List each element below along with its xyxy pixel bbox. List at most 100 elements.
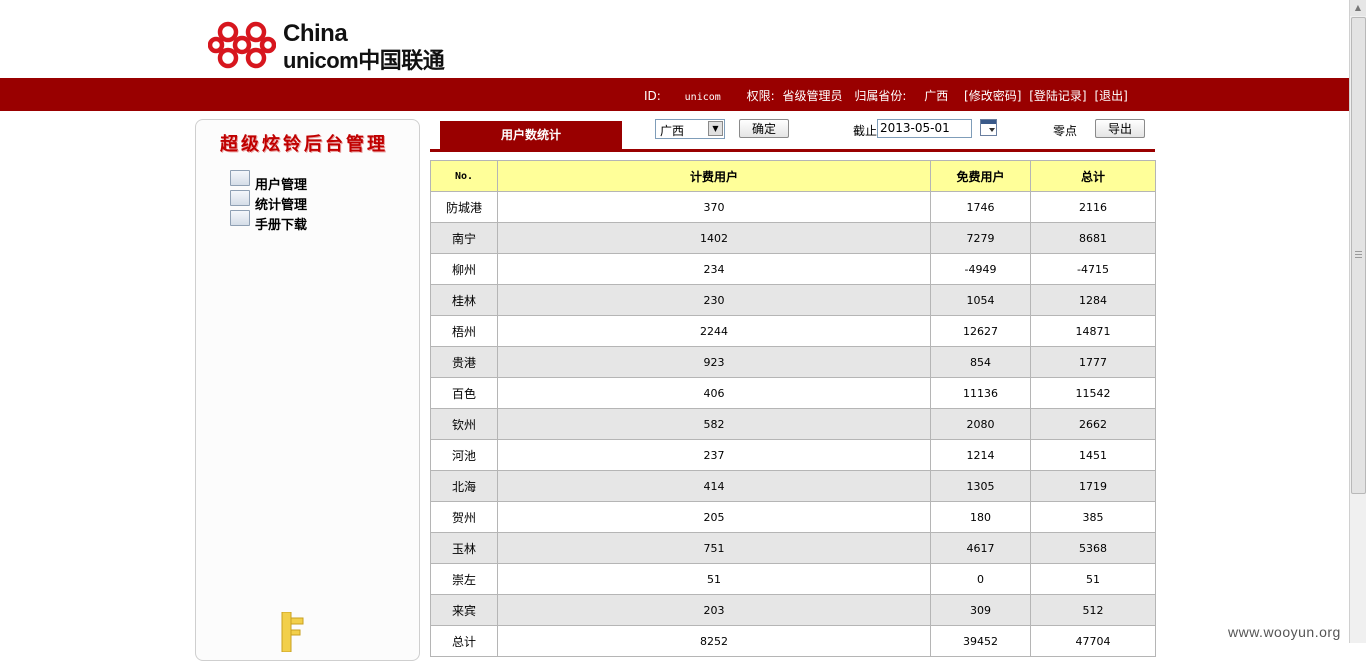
- sidebar-item-label: 手册下载: [255, 218, 308, 233]
- cell-total: -4715: [1030, 253, 1156, 285]
- cell-paid-users: 234: [497, 253, 931, 285]
- sidebar-item-manual-download[interactable]: 手册下载: [230, 210, 350, 233]
- cell-free-users: 39452: [930, 625, 1031, 657]
- watermark: www.wooyun.org: [1228, 624, 1341, 640]
- cell-paid-users: 414: [497, 470, 931, 502]
- cell-total: 1777: [1030, 346, 1156, 378]
- table-row: 北海 414 1305 1719: [430, 470, 1156, 502]
- tab-user-count-statistics[interactable]: 用户数统计: [440, 121, 622, 151]
- table-row: 防城港 370 1746 2116: [430, 191, 1156, 223]
- cell-free-users: 1305: [930, 470, 1031, 502]
- cell-paid-users: 923: [497, 346, 931, 378]
- cell-total: 1451: [1030, 439, 1156, 471]
- cell-region: 贵港: [430, 346, 498, 378]
- cell-paid-users: 370: [497, 191, 931, 223]
- vertical-scrollbar[interactable]: ▲: [1349, 0, 1366, 643]
- table-row: 百色 406 11136 11542: [430, 377, 1156, 409]
- column-header-no: No.: [430, 160, 498, 192]
- cell-paid-users: 237: [497, 439, 931, 471]
- province-select[interactable]: 广西 ▼: [655, 119, 725, 139]
- cell-region: 桂林: [430, 284, 498, 316]
- cell-total: 8681: [1030, 222, 1156, 254]
- table-row: 南宁 1402 7279 8681: [430, 222, 1156, 254]
- cell-total: 5368: [1030, 532, 1156, 564]
- cell-region: 南宁: [430, 222, 498, 254]
- cell-region: 北海: [430, 470, 498, 502]
- cell-paid-users: 406: [497, 377, 931, 409]
- calendar-icon[interactable]: [980, 119, 997, 136]
- cell-free-users: 1746: [930, 191, 1031, 223]
- role-value: 省级管理员: [782, 89, 843, 103]
- cell-total: 11542: [1030, 377, 1156, 409]
- table-row: 总计 8252 39452 47704: [430, 625, 1156, 657]
- role-label: 权限:: [746, 89, 775, 103]
- cell-total: 51: [1030, 563, 1156, 595]
- cell-total: 14871: [1030, 315, 1156, 347]
- cell-region: 玉林: [430, 532, 498, 564]
- cell-free-users: 0: [930, 563, 1031, 595]
- china-unicom-logo: China unicom中国联通: [207, 18, 448, 73]
- folder-icon: [230, 190, 250, 206]
- cell-total: 385: [1030, 501, 1156, 533]
- column-header-total: 总计: [1030, 160, 1156, 192]
- cell-free-users: 2080: [930, 408, 1031, 440]
- table-row: 梧州 2244 12627 14871: [430, 315, 1156, 347]
- cell-region: 总计: [430, 625, 498, 657]
- date-input[interactable]: 2013-05-01: [877, 119, 972, 138]
- table-row: 贵港 923 854 1777: [430, 346, 1156, 378]
- time-label: 零点: [1053, 124, 1078, 138]
- cell-region: 来宾: [430, 594, 498, 626]
- cell-free-users: -4949: [930, 253, 1031, 285]
- change-password-link[interactable]: [修改密码]: [964, 87, 1021, 104]
- table-row: 崇左 51 0 51: [430, 563, 1156, 595]
- table-row: 桂林 230 1054 1284: [430, 284, 1156, 316]
- cell-total: 512: [1030, 594, 1156, 626]
- cell-region: 柳州: [430, 253, 498, 285]
- cell-region: 防城港: [430, 191, 498, 223]
- cell-region: 百色: [430, 377, 498, 409]
- user-id-value: unicom: [684, 92, 721, 103]
- cell-paid-users: 51: [497, 563, 931, 595]
- cell-paid-users: 230: [497, 284, 931, 316]
- cell-total: 2662: [1030, 408, 1156, 440]
- scrollbar-thumb[interactable]: [1351, 17, 1366, 494]
- cell-free-users: 309: [930, 594, 1031, 626]
- sidebar-item-user-management[interactable]: 用户管理: [230, 170, 350, 193]
- province-select-value: 广西: [660, 124, 685, 138]
- table-header-row: No. 计费用户 免费用户 总计: [430, 160, 1156, 192]
- province-value: 广西: [924, 89, 949, 103]
- table-row: 柳州 234 -4949 -4715: [430, 253, 1156, 285]
- cell-free-users: 4617: [930, 532, 1031, 564]
- date-label: 截止: [853, 124, 878, 138]
- folder-icon: [230, 170, 250, 186]
- cell-region: 河池: [430, 439, 498, 471]
- sidebar: 超级炫铃后台管理 用户管理 统计管理 手册下载: [195, 119, 420, 661]
- column-header-paid-users: 计费用户: [497, 160, 931, 192]
- cell-paid-users: 1402: [497, 222, 931, 254]
- scroll-up-arrow-icon[interactable]: ▲: [1350, 0, 1366, 16]
- cell-paid-users: 203: [497, 594, 931, 626]
- cell-paid-users: 582: [497, 408, 931, 440]
- unicom-knot-icon: [207, 21, 277, 69]
- dropdown-arrow-icon[interactable]: ▼: [708, 121, 723, 136]
- sidebar-title: 超级炫铃后台管理: [220, 134, 388, 155]
- logo-text-unicom: unicom中国联通: [283, 48, 445, 73]
- cell-total: 1284: [1030, 284, 1156, 316]
- cell-total: 2116: [1030, 191, 1156, 223]
- confirm-button[interactable]: 确定: [739, 119, 789, 138]
- table-row: 玉林 751 4617 5368: [430, 532, 1156, 564]
- export-button[interactable]: 导出: [1095, 119, 1145, 138]
- login-history-link[interactable]: [登陆记录]: [1029, 87, 1086, 104]
- cell-total: 1719: [1030, 470, 1156, 502]
- sidebar-item-statistics-management[interactable]: 统计管理: [230, 190, 350, 213]
- cell-free-users: 180: [930, 501, 1031, 533]
- table-row: 来宾 203 309 512: [430, 594, 1156, 626]
- province-label: 归属省份:: [854, 89, 907, 103]
- logout-link[interactable]: [退出]: [1094, 87, 1127, 104]
- cell-paid-users: 2244: [497, 315, 931, 347]
- user-id-label: ID:: [644, 89, 661, 103]
- cell-paid-users: 751: [497, 532, 931, 564]
- cell-free-users: 11136: [930, 377, 1031, 409]
- decorative-key-icon: [281, 612, 304, 652]
- folder-icon: [230, 210, 250, 226]
